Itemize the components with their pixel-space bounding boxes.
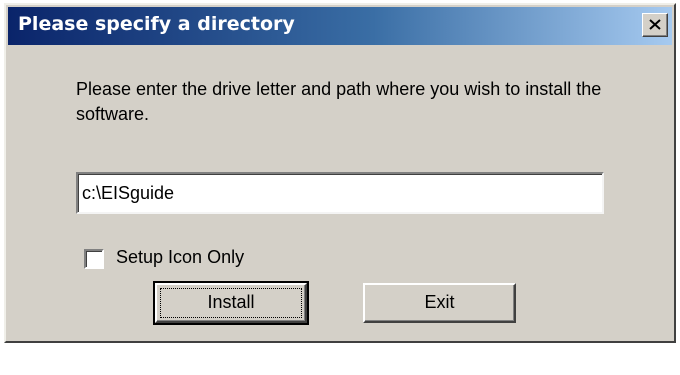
install-button[interactable]: Install xyxy=(153,281,309,325)
exit-button[interactable]: Exit xyxy=(363,283,516,323)
title-bar[interactable]: Please specify a directory xyxy=(8,7,672,45)
setup-icon-only-checkbox[interactable] xyxy=(84,249,104,269)
close-x-icon xyxy=(649,19,661,30)
instruction-text: Please enter the drive letter and path w… xyxy=(76,79,602,124)
setup-icon-only-label[interactable]: Setup Icon Only xyxy=(116,247,244,268)
install-path-input[interactable] xyxy=(76,172,604,214)
close-button[interactable] xyxy=(642,13,668,37)
setup-dialog: Please specify a directory Please enter … xyxy=(4,3,676,343)
window-title: Please specify a directory xyxy=(18,13,295,35)
exit-button-label: Exit xyxy=(424,292,455,312)
focus-rectangle xyxy=(160,288,302,318)
